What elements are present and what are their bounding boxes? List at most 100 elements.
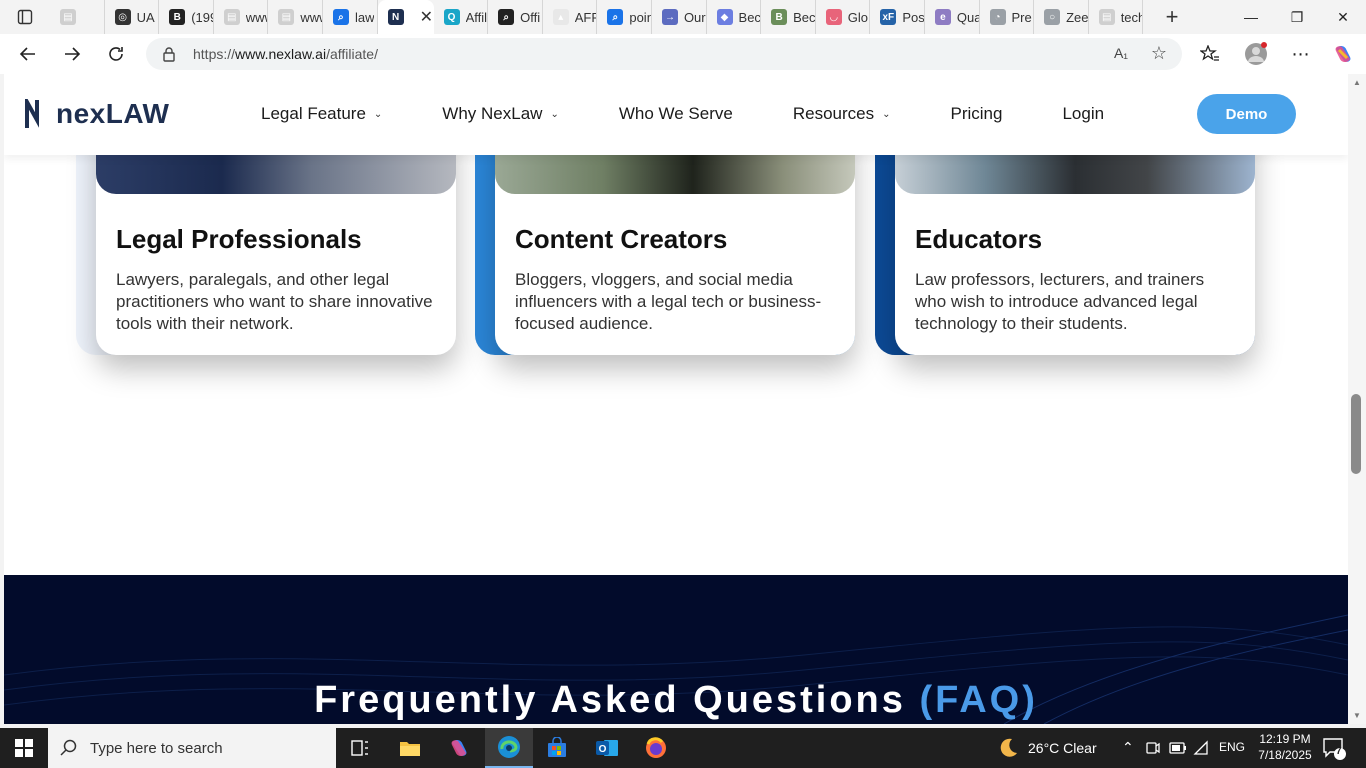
favorites-button[interactable] xyxy=(1195,40,1225,68)
browser-tab[interactable]: ◔ Pre xyxy=(980,0,1035,34)
browser-tab[interactable]: ▴ AFF xyxy=(543,0,598,34)
tab-label: www xyxy=(300,9,322,25)
browser-tab[interactable]: ○ Zee xyxy=(1034,0,1089,34)
back-arrow-icon xyxy=(19,47,35,61)
refresh-button[interactable] xyxy=(101,40,131,68)
browser-tab[interactable]: ⌕ poin xyxy=(597,0,652,34)
card-description: Bloggers, vloggers, and social media inf… xyxy=(515,270,822,333)
browser-tab[interactable]: ▤ xyxy=(50,0,105,34)
browser-tab[interactable]: ◎ UA I xyxy=(105,0,160,34)
close-tab-icon[interactable]: ✕ xyxy=(420,7,433,27)
wifi-icon[interactable] xyxy=(1193,740,1211,756)
address-bar[interactable]: https://www.nexlaw.ai/affiliate/ A₁ ☆ xyxy=(146,38,1182,70)
scrollbar-thumb[interactable] xyxy=(1351,394,1361,474)
browser-tab[interactable]: ◆ Bec xyxy=(707,0,762,34)
profile-button[interactable] xyxy=(1241,40,1271,68)
store-app-button[interactable] xyxy=(533,728,581,768)
store-icon xyxy=(548,737,566,757)
tab-label: Post xyxy=(902,9,924,25)
more-button[interactable]: ⋯ xyxy=(1286,40,1316,68)
window-controls: — ❐ ✕ xyxy=(1228,0,1366,34)
minimize-button[interactable]: — xyxy=(1228,0,1274,34)
tab-label: Zee xyxy=(1066,9,1088,25)
file-explorer-button[interactable] xyxy=(386,728,434,768)
tab-list: ▤◎UA IB(199▤www▤www⌕lawN✕QAffil⌕Offi▴AFF… xyxy=(50,0,1144,34)
nav-item[interactable]: Legal Feature ⌄ xyxy=(261,104,382,124)
new-tab-button[interactable]: + xyxy=(1160,4,1184,29)
browser-tab[interactable]: ▤ www xyxy=(214,0,269,34)
pre-icon: ◔ xyxy=(989,9,1006,25)
clock[interactable]: 12:19 PM 7/18/2025 xyxy=(1253,731,1317,763)
copilot-app-button[interactable] xyxy=(435,728,483,768)
browser-tab[interactable]: ▤ tech xyxy=(1089,0,1144,34)
page-icon: ▤ xyxy=(1098,9,1115,25)
tab-label: Pre xyxy=(1011,9,1032,25)
nav-item[interactable]: Resources ⌄ xyxy=(793,104,891,124)
url-host: www.nexlaw.ai xyxy=(235,46,327,62)
read-aloud-icon[interactable]: A₁ xyxy=(1114,45,1128,61)
notification-center-button[interactable]: 7 xyxy=(1322,736,1346,760)
browser-tab[interactable]: Q Affil xyxy=(434,0,489,34)
browser-tab[interactable]: ◡ Glo xyxy=(816,0,871,34)
outlook-app-button[interactable]: O xyxy=(583,728,631,768)
faq-section: Frequently Asked Questions (FAQ) xyxy=(4,575,1348,724)
edge-icon xyxy=(498,736,520,758)
chevron-down-icon: ⌄ xyxy=(550,108,559,120)
nav-item[interactable]: Login xyxy=(1062,104,1104,124)
browser-tab[interactable]: xF Post xyxy=(870,0,925,34)
back-button[interactable] xyxy=(13,40,43,68)
xf-icon: xF xyxy=(880,9,897,25)
favorite-star-icon[interactable]: ☆ xyxy=(1151,43,1167,64)
clock-date: 7/18/2025 xyxy=(1258,748,1312,762)
nexlaw-logo[interactable]: nexLAW xyxy=(24,98,169,130)
browser-tab[interactable]: e Qua xyxy=(925,0,980,34)
close-window-button[interactable]: ✕ xyxy=(1320,0,1366,34)
nav-item[interactable]: Who We Serve xyxy=(619,104,733,124)
page-icon: ▤ xyxy=(278,9,295,25)
demo-button[interactable]: Demo xyxy=(1197,94,1296,134)
firefox-app-button[interactable] xyxy=(632,728,680,768)
tab-label: Glo xyxy=(847,9,868,25)
tab-actions-button[interactable] xyxy=(8,5,42,29)
tab-label: Bec xyxy=(793,9,815,25)
nav-item[interactable]: Pricing xyxy=(951,104,1003,124)
tray-overflow-icon[interactable]: ⌃ xyxy=(1122,739,1134,756)
scroll-up-icon[interactable]: ▲ xyxy=(1353,78,1361,87)
browser-tab[interactable]: B (199 xyxy=(159,0,214,34)
tab-label: AFF xyxy=(574,9,597,25)
avatar xyxy=(1245,42,1267,65)
copilot-button[interactable] xyxy=(1328,40,1358,68)
search-icon: ⌕ xyxy=(607,9,624,25)
browser-tab[interactable]: → Our xyxy=(652,0,707,34)
battery-icon[interactable] xyxy=(1169,741,1187,755)
aff-icon: ▴ xyxy=(552,9,569,25)
firefox-icon xyxy=(646,737,666,758)
weather-widget[interactable]: 26°C Clear xyxy=(996,728,1097,768)
nav-item[interactable]: Why NexLaw ⌄ xyxy=(442,104,559,124)
notification-count: 7 xyxy=(1336,746,1342,757)
more-dots-icon: ⋯ xyxy=(1291,43,1311,64)
forward-button[interactable] xyxy=(57,40,87,68)
url-text[interactable]: https://www.nexlaw.ai/affiliate/ xyxy=(193,46,378,62)
browser-tab[interactable]: N ✕ xyxy=(377,0,434,34)
browser-tab[interactable]: ⌕ Offi xyxy=(488,0,543,34)
browser-tab[interactable]: ▤ www xyxy=(268,0,323,34)
task-view-button[interactable] xyxy=(336,728,384,768)
faq-heading-accent: (FAQ) xyxy=(919,679,1038,721)
start-button[interactable] xyxy=(0,728,48,768)
browser-tab[interactable]: ⌕ law xyxy=(323,0,378,34)
page-scrollbar[interactable]: ▲ ▼ xyxy=(1348,74,1366,724)
edge-app-button[interactable] xyxy=(485,728,533,768)
windows-taskbar: Type here to search O 26°C Clear ⌃ ENG 1… xyxy=(0,728,1366,768)
taskbar-search-box[interactable]: Type here to search xyxy=(48,728,336,768)
tab-label: Offi xyxy=(520,9,541,25)
windows-logo-icon xyxy=(15,739,33,757)
restore-button[interactable]: ❐ xyxy=(1274,0,1320,34)
scroll-down-icon[interactable]: ▼ xyxy=(1353,711,1361,720)
favorites-icon xyxy=(1200,45,1219,61)
nav-label: Pricing xyxy=(950,104,1003,123)
meet-now-icon[interactable] xyxy=(1146,740,1160,756)
tab-label: tech xyxy=(1120,9,1143,25)
browser-tab[interactable]: B Bec xyxy=(761,0,816,34)
language-indicator[interactable]: ENG xyxy=(1219,740,1245,754)
